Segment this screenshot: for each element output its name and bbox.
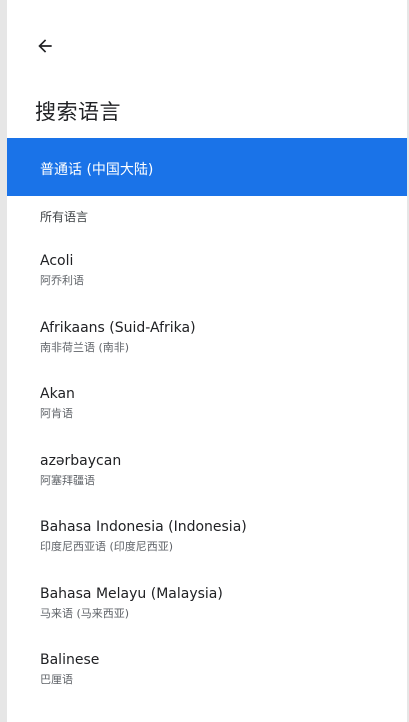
language-list: Acoli 阿乔利语 Afrikaans (Suid-Afrika) 南非荷兰语…	[7, 240, 407, 706]
language-native-name: 印度尼西亚语 (印度尼西亚)	[40, 540, 174, 553]
language-name: Afrikaans (Suid-Afrika)	[40, 319, 196, 336]
selected-language-label: 普通话 (中国大陆)	[40, 162, 154, 178]
arrow-back-icon	[35, 36, 55, 60]
back-button[interactable]	[31, 34, 59, 62]
language-name: azərbaycan	[40, 452, 122, 469]
language-native-name: 阿乔利语	[40, 274, 84, 287]
all-languages-header: 所有语言	[40, 210, 89, 224]
language-search-screen: 搜索语言 普通话 (中国大陆) 所有语言 Acoli 阿乔利语 Afrikaan…	[7, 0, 407, 722]
language-item[interactable]: Afrikaans (Suid-Afrika) 南非荷兰语 (南非)	[7, 307, 407, 374]
language-item[interactable]: Balinese 巴厘语	[7, 639, 407, 706]
language-native-name: 南非荷兰语 (南非)	[40, 340, 130, 354]
language-name: Bahasa Indonesia (Indonesia)	[40, 519, 247, 535]
language-item[interactable]: Acoli 阿乔利语	[7, 240, 407, 307]
language-item[interactable]: Bahasa Melayu (Malaysia) 马来语 (马来西亚)	[7, 573, 407, 640]
selected-language-row[interactable]: 普通话 (中国大陆)	[7, 138, 407, 196]
language-item[interactable]: azərbaycan 阿塞拜疆语	[7, 440, 407, 507]
language-native-name: 阿塞拜疆语	[40, 473, 95, 487]
language-native-name: 马来语 (马来西亚)	[40, 606, 130, 620]
language-name: Bahasa Melayu (Malaysia)	[40, 585, 223, 602]
language-name: Balinese	[40, 652, 100, 668]
page-title: 搜索语言	[35, 100, 121, 124]
language-native-name: 巴厘语	[40, 673, 73, 686]
language-name: Akan	[40, 386, 75, 402]
language-name: Acoli	[40, 253, 74, 269]
language-item[interactable]: Akan 阿肯语	[7, 373, 407, 440]
language-native-name: 阿肯语	[40, 407, 73, 420]
language-item[interactable]: Bahasa Indonesia (Indonesia) 印度尼西亚语 (印度尼…	[7, 506, 407, 573]
